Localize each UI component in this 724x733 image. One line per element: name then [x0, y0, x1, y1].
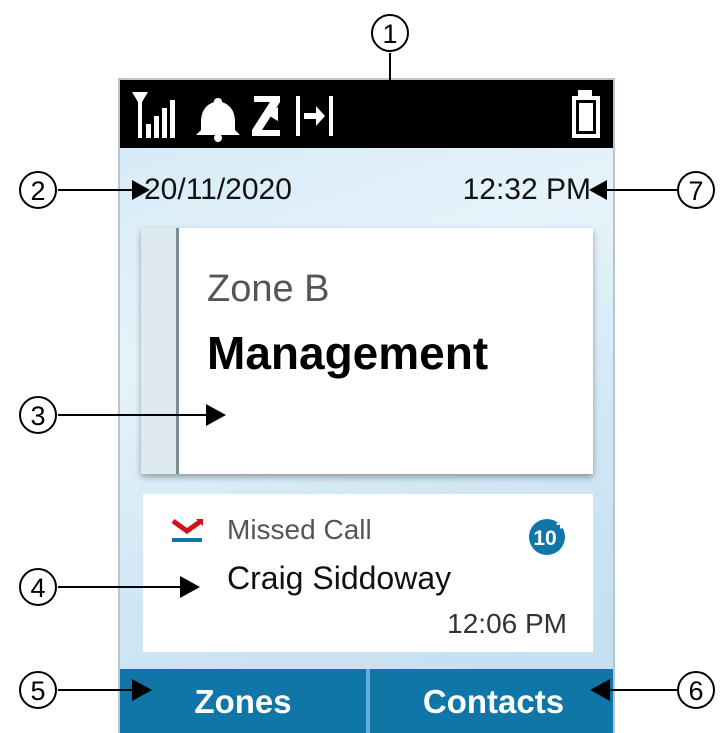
callout-6: 6: [677, 671, 715, 709]
callout-arrowhead-5: [132, 679, 152, 701]
callout-arrowhead-1: [378, 82, 402, 104]
callout-3: 3: [19, 396, 57, 434]
callout-arrowhead-4: [180, 576, 200, 598]
callout-arrowhead-6: [590, 679, 610, 701]
callout-2: 2: [19, 171, 57, 209]
callout-1: 1: [371, 14, 409, 52]
callout-arrowhead-7: [589, 180, 607, 200]
callout-arrowhead-2: [132, 180, 150, 200]
callout-arrowhead-3: [206, 404, 226, 426]
callout-5: 5: [19, 671, 57, 709]
callout-4: 4: [19, 568, 57, 606]
callout-7: 7: [677, 171, 715, 209]
callout-lines: [58, 53, 677, 701]
